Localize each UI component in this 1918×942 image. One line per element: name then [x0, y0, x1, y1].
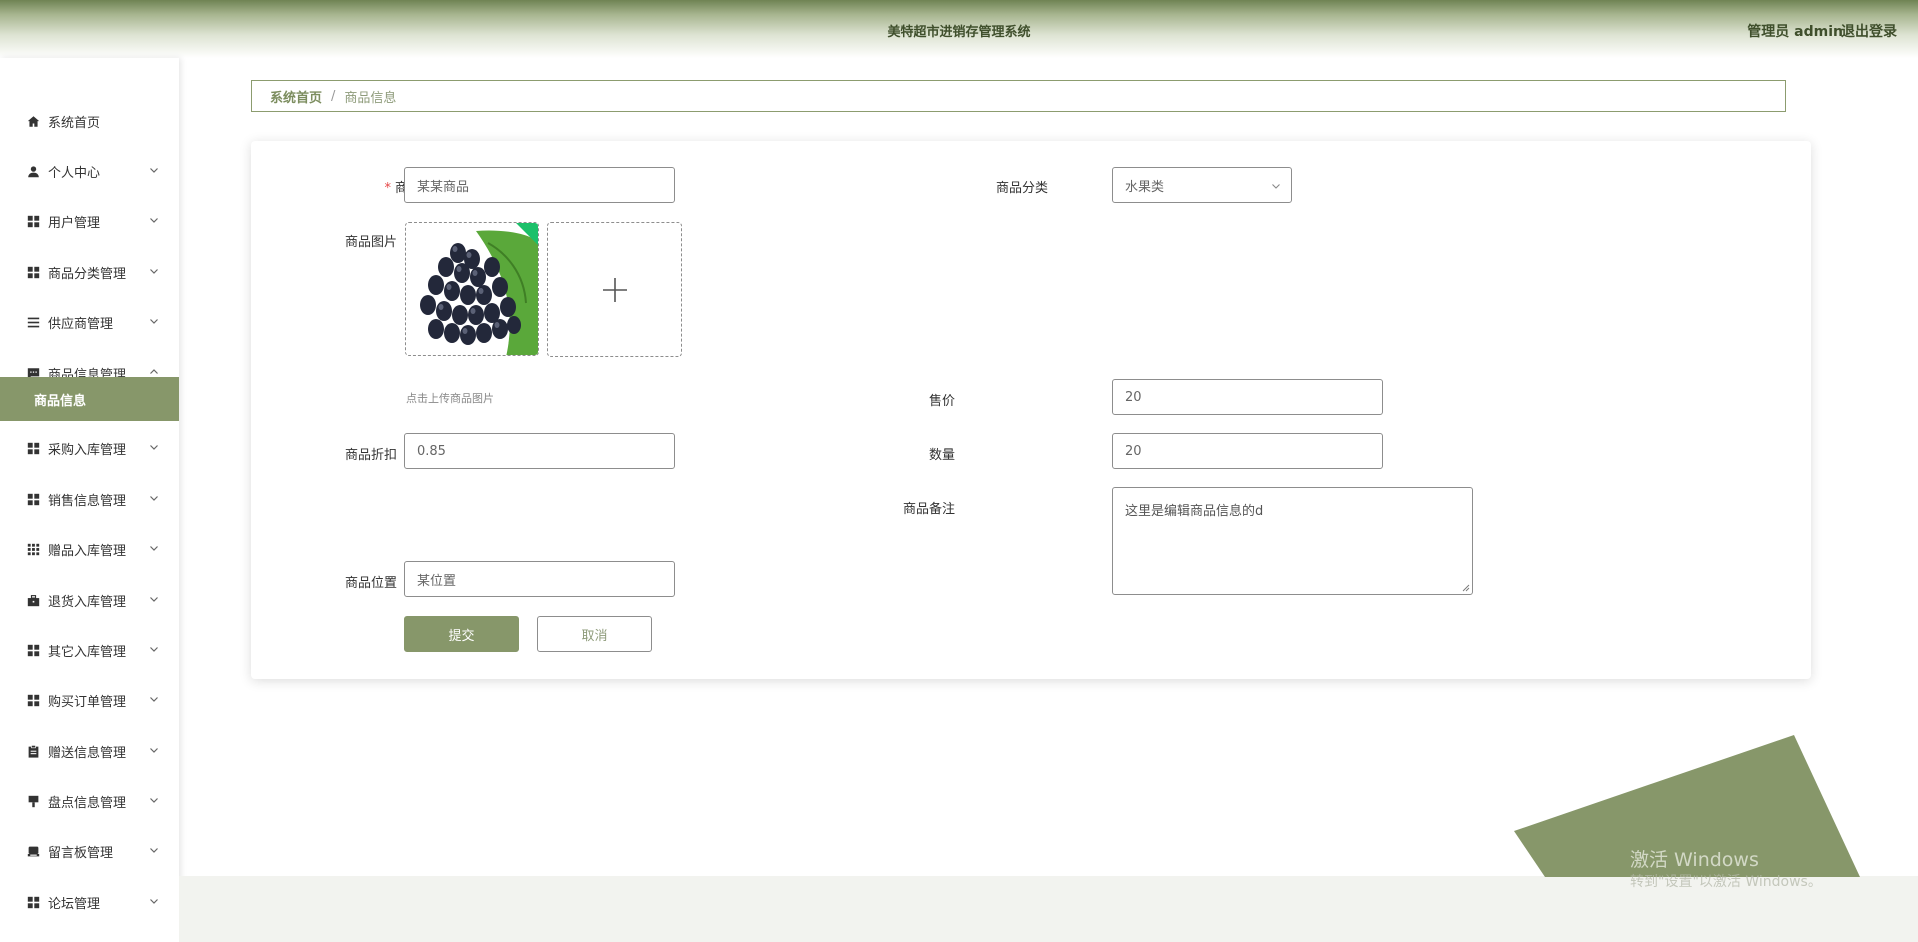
quantity-input[interactable]: 20 — [1112, 433, 1383, 469]
activation-watermark-text: 转到"设置"以激活 Windows。 — [1630, 874, 1822, 890]
breadcrumb: 系统首页 / 商品信息 — [251, 80, 1786, 112]
chevron-down-icon — [1272, 184, 1280, 189]
image-upload-button[interactable] — [547, 222, 682, 357]
grid-icon — [26, 492, 40, 506]
resize-handle-icon[interactable] — [1462, 584, 1470, 592]
sidebar-item-return-stock[interactable]: 退货入库管理 — [0, 580, 179, 620]
location-input[interactable]: 某位置 — [404, 561, 675, 597]
list-icon — [26, 315, 40, 329]
inbox-icon — [26, 844, 40, 858]
chevron-down-icon — [150, 168, 158, 173]
category-select-value: 水果类 — [1125, 179, 1165, 195]
sidebar-item-label: 其它入库管理 — [48, 644, 127, 660]
sidebar-item-product-info[interactable]: 商品信息 — [0, 377, 179, 421]
chevron-down-icon — [150, 269, 158, 274]
sidebar-item-label: 供应商管理 — [48, 316, 114, 332]
sidebar-item-label: 购买订单管理 — [48, 694, 127, 710]
briefcase-icon — [26, 593, 40, 607]
logout-link[interactable]: 退出登录 — [1841, 21, 1897, 41]
remark-textarea[interactable]: 这里是编辑商品信息的d — [1112, 487, 1473, 595]
chevron-down-icon — [150, 798, 158, 803]
product-image-label: 商品图片 — [344, 235, 397, 250]
category-label: 商品分类 — [995, 181, 1048, 196]
sidebar-item-label: 留言板管理 — [48, 845, 114, 861]
sidebar-item-label: 销售信息管理 — [48, 493, 127, 509]
chevron-down-icon — [150, 647, 158, 652]
grid-icon — [26, 214, 40, 228]
chevron-down-icon — [150, 218, 158, 223]
chevron-down-icon — [150, 319, 158, 324]
chevron-down-icon — [150, 546, 158, 551]
chevron-down-icon — [150, 848, 158, 853]
sidebar-item-category[interactable]: 商品分类管理 — [0, 252, 179, 292]
sidebar-item-label: 用户管理 — [48, 215, 101, 231]
chevron-up-icon — [150, 369, 158, 374]
sidebar-item-supplier[interactable]: 供应商管理 — [0, 302, 179, 342]
image-upload-hint: 点击上传商品图片 — [406, 392, 494, 405]
discount-label: 商品折扣 — [344, 448, 397, 463]
price-input[interactable]: 20 — [1112, 379, 1383, 415]
required-mark: * — [384, 181, 391, 196]
sidebar-item-label: 退货入库管理 — [48, 594, 127, 610]
grid-icon — [26, 441, 40, 455]
clipboard-icon — [26, 744, 40, 758]
sidebar-item-label: 赠品入库管理 — [48, 543, 127, 559]
discount-input[interactable]: 0.85 — [404, 433, 675, 469]
sidebar-item-label: 论坛管理 — [48, 896, 101, 912]
home-icon — [26, 114, 40, 128]
product-form-card: *商品名称 某某商品 商品分类 水果类 商品图片 — [251, 141, 1811, 679]
sidebar-item-label: 采购入库管理 — [48, 442, 127, 458]
grapes-image — [406, 223, 538, 355]
grid-icon — [26, 265, 40, 279]
category-select[interactable]: 水果类 — [1112, 167, 1292, 203]
sidebar-item-purchase[interactable]: 采购入库管理 — [0, 428, 179, 468]
sidebar-item-orders[interactable]: 购买订单管理 — [0, 680, 179, 720]
app-title: 美特超市进销存管理系统 — [887, 25, 1031, 40]
grid-icon — [26, 643, 40, 657]
chevron-down-icon — [150, 899, 158, 904]
sidebar-item-forum[interactable]: 论坛管理 — [0, 882, 179, 922]
submit-button[interactable]: 提交 — [404, 616, 519, 652]
activation-watermark-title: 激活 Windows — [1630, 849, 1759, 871]
sidebar-item-gift-stock[interactable]: 赠品入库管理 — [0, 529, 179, 569]
breadcrumb-home[interactable]: 系统首页 — [270, 87, 322, 106]
sidebar-item-label: 赠送信息管理 — [48, 745, 127, 761]
grid-icon — [26, 693, 40, 707]
chevron-down-icon — [150, 496, 158, 501]
chevron-down-icon — [150, 697, 158, 702]
location-label: 商品位置 — [344, 576, 397, 591]
sidebar-item-inventory[interactable]: 盘点信息管理 — [0, 781, 179, 821]
sidebar-item-other-stock[interactable]: 其它入库管理 — [0, 630, 179, 670]
grid-icon — [26, 895, 40, 909]
user-icon — [26, 164, 40, 178]
sidebar-item-label: 盘点信息管理 — [48, 795, 127, 811]
current-user: 管理员 admin — [1747, 24, 1843, 40]
sidebar-item-label: 商品信息 — [34, 393, 87, 409]
plus-icon — [602, 277, 627, 302]
stamp-icon — [26, 794, 40, 808]
cancel-button[interactable]: 取消 — [537, 616, 652, 652]
sidebar-item-sales[interactable]: 销售信息管理 — [0, 479, 179, 519]
remark-label: 商品备注 — [902, 502, 955, 517]
sidebar-item-label: 系统首页 — [48, 115, 101, 131]
product-image-preview[interactable] — [405, 222, 539, 356]
sidebar-item-gift-info[interactable]: 赠送信息管理 — [0, 731, 179, 771]
chevron-down-icon — [150, 445, 158, 450]
sidebar-item-label: 个人中心 — [48, 165, 101, 181]
sidebar-item-users[interactable]: 用户管理 — [0, 201, 179, 241]
price-label: 售价 — [928, 394, 955, 409]
sidebar-item-message-board[interactable]: 留言板管理 — [0, 831, 179, 871]
chevron-down-icon — [150, 597, 158, 602]
chevron-down-icon — [150, 748, 158, 753]
quantity-label: 数量 — [928, 448, 955, 463]
sidebar-item-profile[interactable]: 个人中心 — [0, 151, 179, 191]
remark-text: 这里是编辑商品信息的d — [1125, 504, 1264, 519]
sidebar-item-label: 商品分类管理 — [48, 266, 127, 282]
breadcrumb-separator: / — [331, 88, 336, 104]
sidebar: 系统首页 个人中心 用户管理 商品分类管理 供应商管理 商品信息管理 商品信息 … — [0, 58, 179, 942]
sidebar-item-home[interactable]: 系统首页 — [0, 101, 179, 141]
apps-icon — [26, 542, 40, 556]
product-name-input[interactable]: 某某商品 — [404, 167, 675, 203]
breadcrumb-current: 商品信息 — [344, 90, 397, 106]
